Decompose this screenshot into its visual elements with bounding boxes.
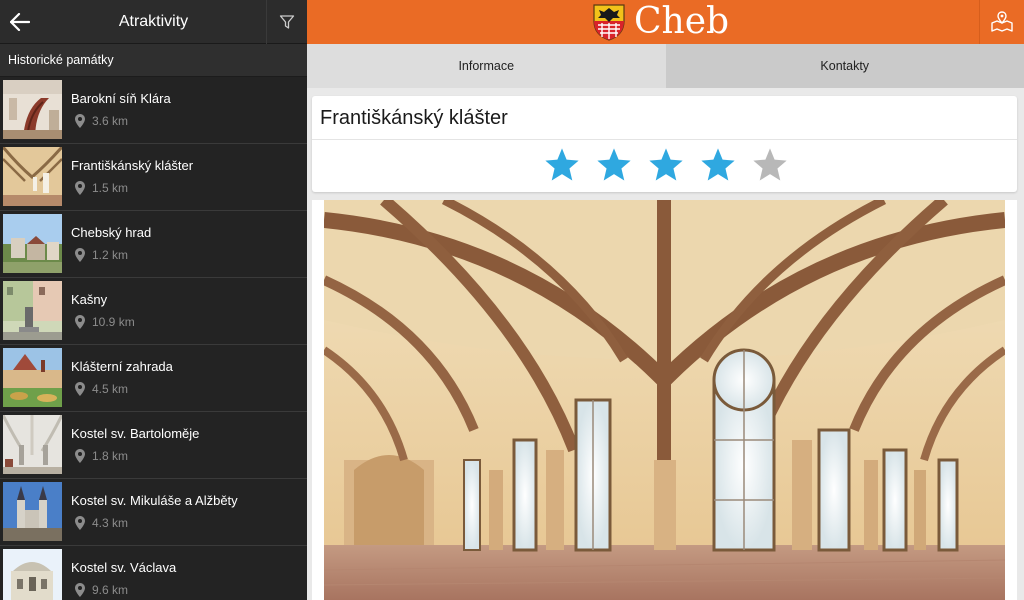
location-pin-icon: [75, 449, 85, 463]
thumbnail-image: [3, 348, 62, 407]
map-button[interactable]: [979, 0, 1024, 44]
location-pin-icon: [75, 248, 85, 262]
sidebar: Atraktivity Historické památky Barokní s…: [0, 0, 307, 600]
item-name: Františkánský klášter: [71, 158, 194, 173]
distance-value: 10.9 km: [92, 315, 135, 329]
star-icon[interactable]: [647, 146, 685, 184]
thumbnail-image: [3, 415, 62, 474]
item-distance: 1.5 km: [71, 180, 128, 196]
location-pin-icon: [75, 382, 85, 396]
item-distance: 4.5 km: [71, 381, 128, 397]
arrow-left-icon: [10, 13, 30, 31]
list-item[interactable]: Barokní síň Klára 3.6 km: [0, 77, 307, 144]
thumbnail-image: [3, 549, 62, 600]
tab-informace[interactable]: Informace: [307, 44, 666, 88]
distance-value: 9.6 km: [92, 583, 129, 597]
back-button[interactable]: [0, 0, 40, 44]
distance-value: 1.2 km: [92, 248, 129, 262]
funnel-icon: [279, 15, 295, 29]
logo-text: Cheb: [634, 1, 730, 42]
map-pin-icon: [991, 11, 1013, 32]
tab-bar: Informace Kontakty: [307, 44, 1024, 88]
tab-kontakty[interactable]: Kontakty: [665, 44, 1024, 88]
location-pin-icon: [75, 181, 85, 195]
distance-value: 1.5 km: [92, 181, 129, 195]
thumbnail-image: [3, 482, 62, 541]
star-icon[interactable]: [595, 146, 633, 184]
star-icon[interactable]: [699, 146, 737, 184]
item-distance: 4.3 km: [71, 515, 128, 531]
list-item[interactable]: Klášterní zahrada 4.5 km: [0, 345, 307, 412]
list-item[interactable]: Kostel sv. Václava 9.6 km: [0, 546, 307, 600]
category-header: Historické památky: [0, 44, 307, 77]
list-item[interactable]: Chebský hrad 1.2 km: [0, 211, 307, 278]
distance-value: 1.8 km: [92, 449, 129, 463]
sidebar-title: Atraktivity: [118, 13, 189, 30]
list-item[interactable]: Kostel sv. Bartoloměje 1.8 km: [0, 412, 307, 479]
attraction-list: Barokní síň Klára 3.6 km Františkánský k…: [0, 77, 307, 600]
list-item[interactable]: Kašny 10.9 km: [0, 278, 307, 345]
star-icon[interactable]: [751, 146, 789, 184]
thumbnail-image: [3, 281, 62, 340]
attraction-photo: [324, 200, 1005, 600]
item-distance: 1.2 km: [71, 247, 128, 263]
detail-card: Františkánský klášter: [312, 96, 1017, 192]
distance-value: 3.6 km: [92, 114, 129, 128]
item-name: Kostel sv. Václava: [71, 560, 177, 575]
item-name: Kostel sv. Bartoloměje: [71, 426, 200, 441]
location-pin-icon: [75, 583, 85, 597]
distance-value: 4.3 km: [92, 516, 129, 530]
list-item[interactable]: Kostel sv. Mikuláše a Alžběty 4.3 km: [0, 479, 307, 546]
item-distance: 3.6 km: [71, 113, 128, 129]
thumbnail-image: [3, 147, 62, 206]
item-distance: 10.9 km: [71, 314, 135, 330]
coat-of-arms-icon: [593, 4, 625, 41]
location-pin-icon: [75, 315, 85, 329]
page-title: Františkánský klášter: [312, 96, 1017, 140]
app-logo: Cheb: [592, 3, 729, 41]
star-rating[interactable]: [315, 146, 1017, 184]
item-name: Kostel sv. Mikuláše a Alžběty: [71, 493, 238, 508]
thumbnail-image: [3, 80, 62, 139]
location-pin-icon: [75, 114, 85, 128]
item-name: Klášterní zahrada: [71, 359, 173, 374]
item-name: Barokní síň Klára: [71, 91, 171, 106]
star-icon[interactable]: [543, 146, 581, 184]
filter-button[interactable]: [266, 0, 307, 44]
main-content: Cheb Informace Kontakty Františkánský kl…: [307, 0, 1024, 600]
list-item[interactable]: Františkánský klášter 1.5 km: [0, 144, 307, 211]
item-distance: 1.8 km: [71, 448, 128, 464]
photo-card: [312, 200, 1017, 600]
distance-value: 4.5 km: [92, 382, 129, 396]
location-pin-icon: [75, 516, 85, 530]
sidebar-header: Atraktivity: [0, 0, 307, 44]
app-header: Cheb: [307, 0, 1024, 44]
item-name: Kašny: [71, 292, 108, 307]
item-name: Chebský hrad: [71, 225, 152, 240]
item-distance: 9.6 km: [71, 582, 128, 598]
thumbnail-image: [3, 214, 62, 273]
